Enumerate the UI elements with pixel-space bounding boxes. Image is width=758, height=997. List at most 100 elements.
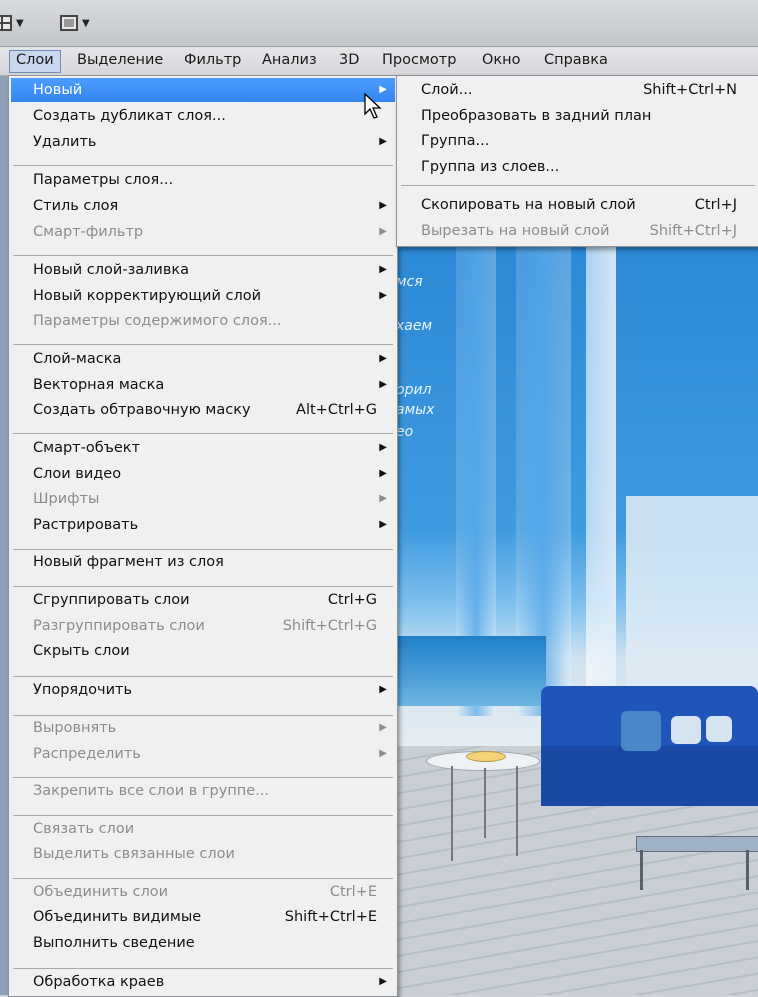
table-leg xyxy=(451,766,453,861)
menu-item[interactable]: Обработка краев ▶ xyxy=(11,970,395,994)
menu-item-label: Распределить xyxy=(33,746,141,762)
menu-item-label: Новый xyxy=(33,82,83,98)
menu-layers[interactable]: Слои xyxy=(9,50,61,73)
submenu-item-label: Скопировать на новый слой xyxy=(421,197,636,213)
image-text: хаем xyxy=(396,318,433,334)
menu-item[interactable]: Стиль слоя ▶ xyxy=(11,194,395,218)
menu-item[interactable]: Смарт-объект ▶ xyxy=(11,436,395,460)
menu-item-label: Объединить слои xyxy=(33,884,169,900)
menu-item[interactable]: Новый фрагмент из слоя xyxy=(11,550,395,574)
menu-item[interactable]: Скрыть слои xyxy=(11,639,395,663)
menu-separator xyxy=(13,344,393,345)
menu-item[interactable]: Слои видео ▶ xyxy=(11,462,395,486)
submenu-arrow-icon: ▶ xyxy=(379,748,387,759)
sofa-seat xyxy=(541,746,758,806)
pillow xyxy=(706,716,732,742)
menu-item[interactable]: Новый слой-заливка ▶ xyxy=(11,258,395,282)
menu-item-label: Новый слой-заливка xyxy=(33,262,190,278)
menu-select[interactable]: Выделение xyxy=(71,50,169,71)
menu-bar: Слои Выделение Фильтр Анализ 3D Просмотр… xyxy=(0,47,758,76)
menu-separator xyxy=(13,878,393,879)
menu-item[interactable]: Создать дубликат слоя... xyxy=(11,104,395,128)
menu-item-label: Создать дубликат слоя... xyxy=(33,108,226,124)
submenu-arrow-icon: ▶ xyxy=(379,136,387,147)
submenu-item[interactable]: Скопировать на новый слой Ctrl+J xyxy=(399,193,757,217)
submenu-arrow-icon: ▶ xyxy=(379,379,387,390)
menu-item-label: Упорядочить xyxy=(33,682,132,698)
menu-item-label: Параметры содержимого слоя... xyxy=(33,313,282,329)
submenu-item[interactable]: Слой... Shift+Ctrl+N xyxy=(399,78,757,102)
screen-mode-button[interactable]: ▼ xyxy=(60,12,90,34)
menu-item-label: Закрепить все слои в группе... xyxy=(33,783,270,799)
menu-item: Выровнять ▶ xyxy=(11,716,395,740)
menu-item[interactable]: Новый ▶ xyxy=(11,78,395,102)
menu-item: Связать слои xyxy=(11,817,395,841)
shortcut-label: Shift+Ctrl+E xyxy=(284,909,377,925)
menu-item[interactable]: Сгруппировать слои Ctrl+G xyxy=(11,588,395,612)
layout-button[interactable]: ▼ xyxy=(0,12,24,34)
curtain xyxy=(586,246,616,686)
menu-separator xyxy=(13,968,393,969)
menu-item: Распределить ▶ xyxy=(11,742,395,766)
left-panel-strip xyxy=(0,76,8,995)
menu-item[interactable]: Объединить видимые Shift+Ctrl+E xyxy=(11,905,395,929)
side-table-leg xyxy=(640,850,643,890)
sea xyxy=(396,636,546,706)
side-table-leg xyxy=(746,850,749,890)
menu-item-label: Слой-маска xyxy=(33,351,122,367)
menu-item: Параметры содержимого слоя... xyxy=(11,309,395,333)
menu-item[interactable]: Слой-маска ▶ xyxy=(11,347,395,371)
image-text: мся xyxy=(396,274,423,290)
options-toolbar: ▼ ▼ xyxy=(0,0,758,47)
table-leg xyxy=(484,768,486,838)
menu-item[interactable]: Новый корректирующий слой ▶ xyxy=(11,284,395,308)
shortcut-label: Ctrl+E xyxy=(329,884,377,900)
submenu-item-label: Преобразовать в задний план xyxy=(421,108,652,124)
submenu-item[interactable]: Группа... xyxy=(399,129,757,153)
menu-analysis[interactable]: Анализ xyxy=(256,50,323,71)
submenu-item: Вырезать на новый слой Shift+Ctrl+J xyxy=(399,219,757,243)
canvas-image: мся хаем орил амых ео xyxy=(396,246,758,995)
plate xyxy=(466,751,506,762)
shortcut-label: Shift+Ctrl+N xyxy=(643,82,737,98)
menu-item-label: Разгруппировать слои xyxy=(33,618,205,634)
menu-window[interactable]: Окно xyxy=(476,50,527,71)
menu-item[interactable]: Удалить ▶ xyxy=(11,130,395,154)
menu-item[interactable]: Векторная маска ▶ xyxy=(11,373,395,397)
menu-item[interactable]: Создать обтравочную маску Alt+Ctrl+G xyxy=(11,398,395,422)
submenu-item-label: Слой... xyxy=(421,82,473,98)
menu-item[interactable]: Растрировать ▶ xyxy=(11,513,395,537)
menu-item[interactable]: Выполнить сведение xyxy=(11,931,395,955)
menu-item[interactable]: Параметры слоя... xyxy=(11,168,395,192)
submenu-arrow-icon: ▶ xyxy=(379,493,387,504)
submenu-arrow-icon: ▶ xyxy=(379,976,387,987)
pillow xyxy=(671,716,701,744)
submenu-arrow-icon: ▶ xyxy=(379,290,387,301)
menu-item-label: Выделить связанные слои xyxy=(33,846,235,862)
menu-separator xyxy=(13,715,393,716)
menu-item-label: Новый фрагмент из слоя xyxy=(33,554,224,570)
menu-item[interactable]: Упорядочить ▶ xyxy=(11,678,395,702)
submenu-item[interactable]: Преобразовать в задний план xyxy=(399,104,757,128)
side-table xyxy=(636,836,758,852)
submenu-arrow-icon: ▶ xyxy=(379,226,387,237)
menu-view[interactable]: Просмотр xyxy=(376,50,462,71)
menu-item-label: Слои видео xyxy=(33,466,122,482)
menu-item: Шрифты ▶ xyxy=(11,487,395,511)
menu-help[interactable]: Справка xyxy=(538,50,614,71)
submenu-arrow-icon: ▶ xyxy=(379,264,387,275)
shortcut-label: Shift+Ctrl+J xyxy=(649,223,737,239)
submenu-item-label: Группа... xyxy=(421,133,490,149)
menu-item-label: Шрифты xyxy=(33,491,100,507)
screen-mode-icon xyxy=(60,15,78,31)
menu-separator xyxy=(13,815,393,816)
menu-item-label: Векторная маска xyxy=(33,377,165,393)
shortcut-label: Shift+Ctrl+G xyxy=(282,618,377,634)
menu-filter[interactable]: Фильтр xyxy=(178,50,247,71)
menu-3d[interactable]: 3D xyxy=(333,50,365,71)
menu-separator xyxy=(13,549,393,550)
image-text: амых xyxy=(396,402,435,418)
submenu-arrow-icon: ▶ xyxy=(379,684,387,695)
submenu-item[interactable]: Группа из слоев... xyxy=(399,155,757,179)
image-text: ео xyxy=(396,424,414,440)
